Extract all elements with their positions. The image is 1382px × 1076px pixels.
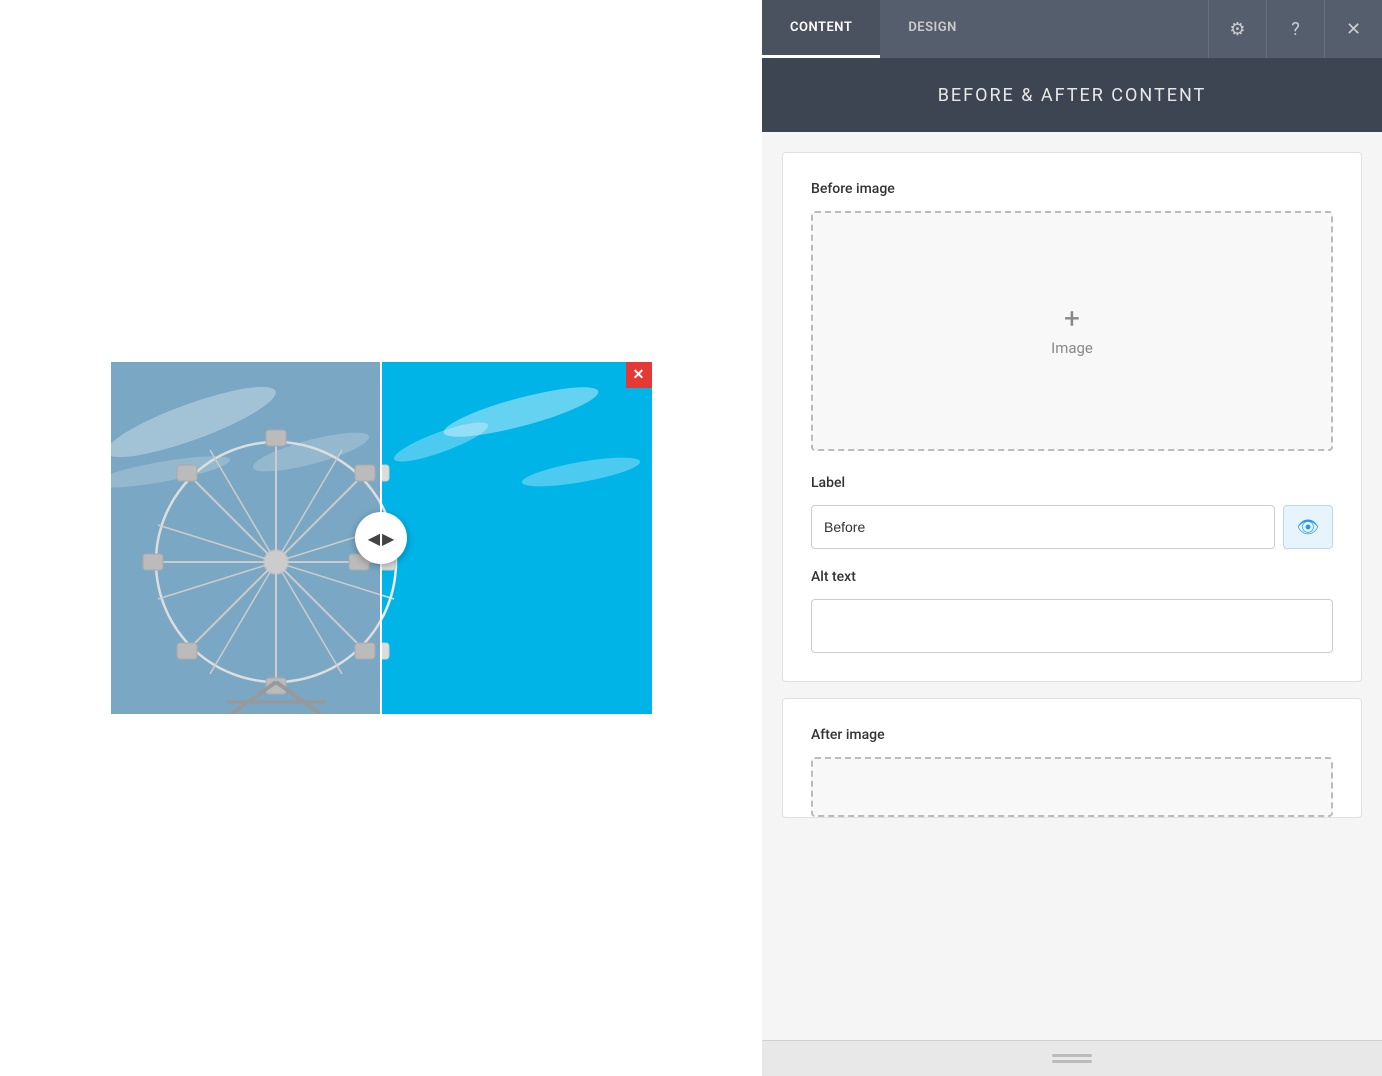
settings-button[interactable]: ⚙	[1208, 0, 1266, 58]
settings-icon: ⚙	[1229, 19, 1245, 40]
alt-text-input[interactable]	[811, 599, 1333, 653]
upload-plus-icon: +	[1064, 305, 1080, 333]
tab-design-label: DESIGN	[908, 20, 957, 35]
upload-text: Image	[1051, 339, 1093, 357]
close-panel-button[interactable]: ✕	[1324, 0, 1382, 58]
help-button[interactable]: ?	[1266, 0, 1324, 58]
label-input-group: 👁	[811, 505, 1333, 549]
before-image-upload-area[interactable]: + Image	[811, 211, 1333, 451]
tab-design[interactable]: DESIGN	[880, 0, 985, 58]
label-input[interactable]	[811, 505, 1275, 549]
after-image-card: After image	[782, 698, 1362, 818]
tab-content[interactable]: CONTENT	[762, 0, 880, 58]
close-panel-icon: ✕	[1346, 19, 1361, 40]
alt-text-field-row: Alt text	[811, 569, 1333, 653]
close-badge-button[interactable]: ✕	[626, 362, 652, 388]
before-image-label: Before image	[811, 181, 1333, 197]
panel-content[interactable]: Before image + Image Label 👁 Alt text	[762, 132, 1382, 1040]
label-field-row: Label 👁	[811, 475, 1333, 549]
preview-area: ◀ ▶ ✕	[0, 0, 762, 1076]
drag-handle[interactable]	[1052, 1054, 1092, 1063]
top-nav: CONTENT DESIGN ⚙ ? ✕	[762, 0, 1382, 58]
right-panel: CONTENT DESIGN ⚙ ? ✕ BEFORE & AFTER CONT…	[762, 0, 1382, 1076]
before-after-widget: ◀ ▶ ✕	[111, 362, 652, 714]
after-image-preview	[381, 362, 652, 714]
slider-arrows-icon: ◀ ▶	[368, 529, 395, 548]
close-badge-icon: ✕	[633, 368, 645, 382]
left-arrow-icon: ◀	[368, 529, 380, 548]
label-field-label: Label	[811, 475, 1333, 491]
before-image-preview	[111, 362, 381, 714]
after-image-upload-area[interactable]	[811, 757, 1333, 817]
help-icon: ?	[1291, 19, 1300, 40]
drag-line-1	[1052, 1054, 1092, 1057]
section-title-bar: BEFORE & AFTER CONTENT	[762, 58, 1382, 132]
section-title: BEFORE & AFTER CONTENT	[938, 85, 1207, 106]
panel-bottom-handle	[762, 1040, 1382, 1076]
before-image-card: Before image + Image Label 👁 Alt text	[782, 152, 1362, 682]
toggle-label-visibility-button[interactable]: 👁	[1283, 505, 1333, 549]
after-image-label: After image	[811, 727, 1333, 743]
alt-text-field-label: Alt text	[811, 569, 1333, 585]
drag-line-2	[1052, 1060, 1092, 1063]
eye-icon: 👁	[1297, 517, 1320, 538]
right-arrow-icon: ▶	[382, 529, 394, 548]
slider-handle[interactable]: ◀ ▶	[355, 512, 407, 564]
tab-content-label: CONTENT	[790, 20, 852, 35]
